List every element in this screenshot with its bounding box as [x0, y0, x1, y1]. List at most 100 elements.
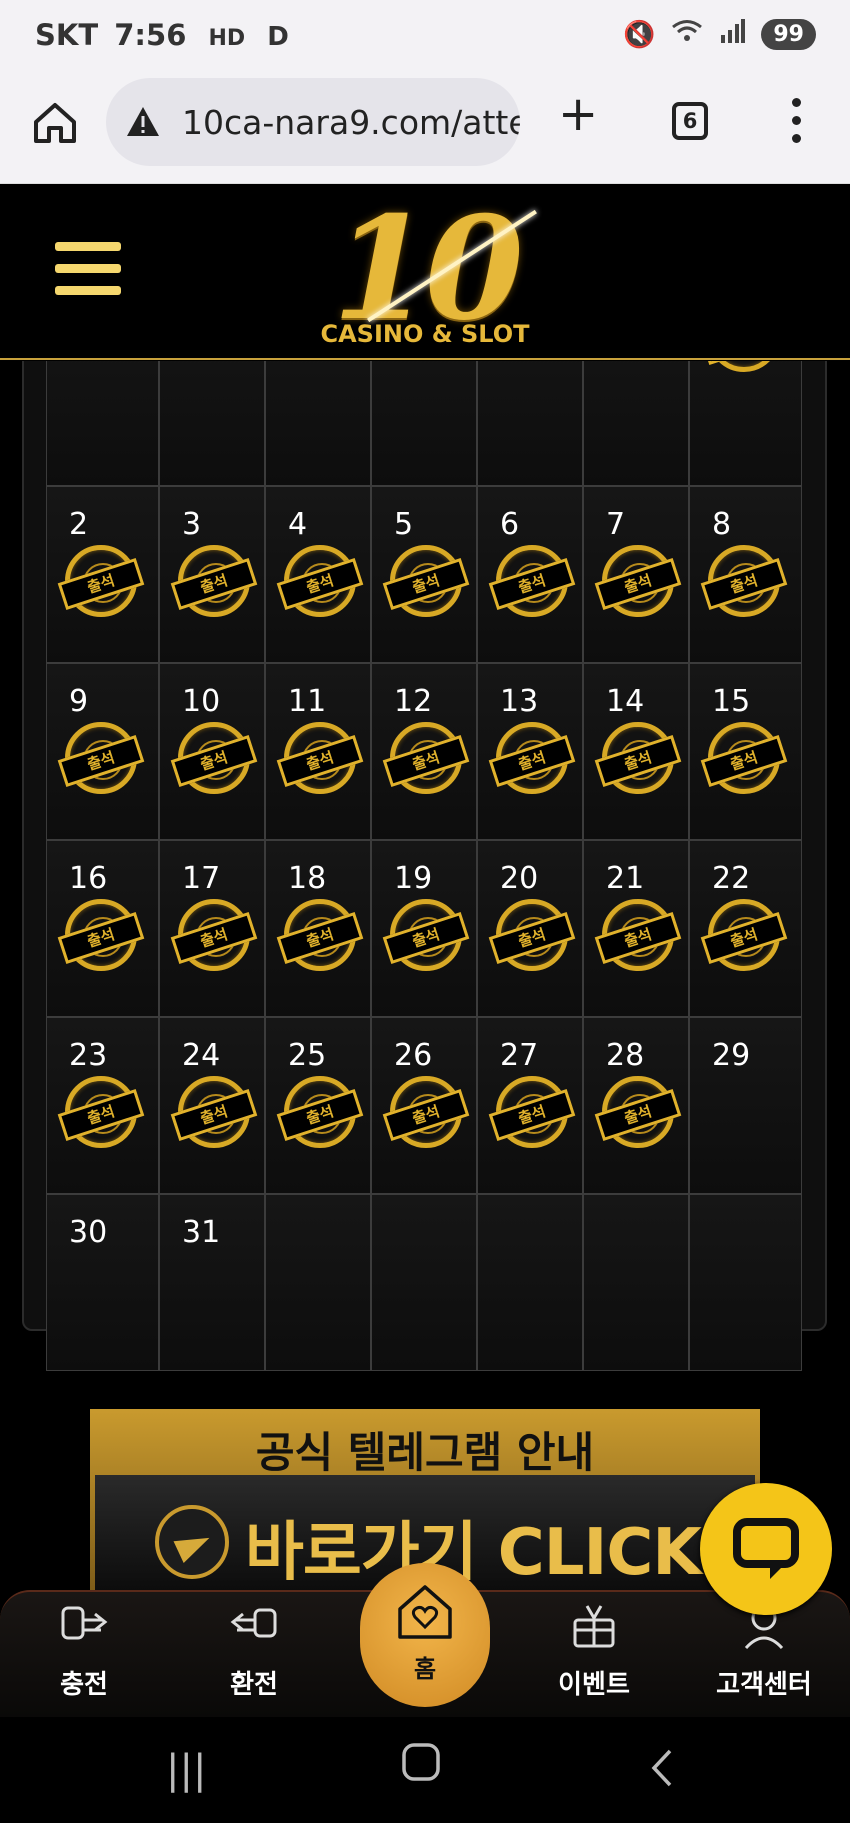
calendar-day-number: 15: [712, 684, 751, 719]
attendance-stamp-icon: 출석: [382, 722, 470, 794]
nav-home[interactable]: 홈: [360, 1563, 490, 1707]
calendar-day-number: 29: [712, 1038, 751, 1073]
nav-event-label: 이벤트: [558, 1670, 630, 1700]
hd-indicator: HD: [208, 26, 246, 51]
calendar-day-cell: 17 출석: [159, 840, 265, 1017]
calendar-day-cell: 24 출석: [159, 1017, 265, 1194]
attendance-stamp-label: 출석: [170, 558, 258, 610]
warning-icon[interactable]: [126, 105, 160, 139]
calendar-day-number: 27: [500, 1038, 539, 1073]
attendance-stamp-label: 출석: [57, 558, 145, 610]
calendar-day-cell: 23 출석: [46, 1017, 159, 1194]
attendance-stamp-label: 출석: [276, 735, 364, 787]
nav-withdraw-label: 환전: [230, 1670, 278, 1700]
site-logo[interactable]: 10 CASINO & SLOT: [312, 186, 538, 352]
calendar-day-cell: 3 출석: [159, 486, 265, 663]
attendance-stamp-icon: 출석: [276, 899, 364, 971]
calendar-day-number: 23: [69, 1038, 108, 1073]
attendance-calendar: 출석2출석3출석4출석5출석6출석7출석8출석9출석10출석11출석12출석13…: [46, 361, 802, 1371]
nav-support-label: 고객센터: [716, 1670, 812, 1700]
calendar-day-cell: [583, 1194, 689, 1371]
calendar-day-number: 16: [69, 861, 108, 896]
telegram-icon: [155, 1505, 229, 1579]
nav-deposit[interactable]: 충전: [24, 1600, 144, 1701]
calendar-day-number: 17: [182, 861, 221, 896]
attendance-stamp-label: 출석: [382, 558, 470, 610]
site-header: 10 CASINO & SLOT: [0, 184, 850, 360]
chat-button[interactable]: [700, 1483, 832, 1615]
calendar-day-cell: 9 출석: [46, 663, 159, 840]
calendar-day-cell: 19 출석: [371, 840, 477, 1017]
address-bar[interactable]: 10ca-nara9.com/atte: [106, 78, 520, 166]
calendar-day-cell: 20 출석: [477, 840, 583, 1017]
calendar-day-number: 22: [712, 861, 751, 896]
tab-switcher-button[interactable]: 6: [672, 102, 708, 140]
calendar-day-cell: 21 출석: [583, 840, 689, 1017]
calendar-day-cell: 출석: [689, 361, 802, 486]
attendance-stamp-label: 출석: [382, 912, 470, 964]
browser-toolbar: 10ca-nara9.com/atte + 6: [0, 76, 850, 184]
calendar-day-cell: 28 출석: [583, 1017, 689, 1194]
calendar-day-cell: [583, 361, 689, 486]
calendar-day-number: 30: [69, 1215, 108, 1250]
banner-cta[interactable]: 바로가기 CLICK: [245, 1501, 702, 1593]
calendar-day-number: 6: [500, 507, 520, 542]
hamburger-menu-icon[interactable]: [55, 242, 121, 300]
calendar-day-number: 5: [394, 507, 414, 542]
attendance-stamp-label: 출석: [57, 912, 145, 964]
attendance-stamp-icon: 출석: [276, 545, 364, 617]
calendar-day-cell: 10 출석: [159, 663, 265, 840]
new-tab-icon[interactable]: +: [558, 90, 598, 138]
attendance-stamp-icon: 출석: [594, 722, 682, 794]
logo-subtitle: CASINO & SLOT: [320, 320, 530, 348]
back-icon[interactable]: [648, 1747, 676, 1799]
calendar-day-number: 26: [394, 1038, 433, 1073]
calendar-day-number: 20: [500, 861, 539, 896]
calendar-day-cell: 8 출석: [689, 486, 802, 663]
gift-icon: [567, 1600, 621, 1650]
nav-withdraw[interactable]: 환전: [194, 1600, 314, 1701]
attendance-stamp-label: 출석: [488, 1089, 576, 1141]
attendance-stamp-label: 출석: [276, 558, 364, 610]
calendar-day-cell: [477, 361, 583, 486]
home-circle-icon[interactable]: [400, 1741, 442, 1793]
recent-apps-icon[interactable]: |||: [166, 1747, 206, 1793]
calendar-day-cell: 27 출석: [477, 1017, 583, 1194]
calendar-day-number: 18: [288, 861, 327, 896]
attendance-stamp-icon: 출석: [700, 361, 788, 372]
home-icon[interactable]: [30, 98, 80, 148]
calendar-day-cell: 29: [689, 1017, 802, 1194]
calendar-day-number: 12: [394, 684, 433, 719]
attendance-stamp-label: 출석: [594, 1089, 682, 1141]
signal-icon: [719, 19, 746, 50]
more-menu-icon[interactable]: [786, 98, 806, 148]
clock: 7:56: [114, 18, 187, 52]
attendance-stamp-icon: 출석: [57, 722, 145, 794]
attendance-stamp-icon: 출석: [488, 545, 576, 617]
calendar-day-number: 11: [288, 684, 327, 719]
nav-home-label: 홈: [413, 1655, 437, 1683]
wifi-icon: [671, 18, 703, 51]
attendance-stamp-label: 출석: [382, 735, 470, 787]
attendance-stamp-label: 출석: [170, 912, 258, 964]
system-navigation-bar: |||: [0, 1717, 850, 1823]
calendar-day-cell: 18 출석: [265, 840, 371, 1017]
calendar-day-number: 7: [606, 507, 626, 542]
nav-deposit-label: 충전: [60, 1670, 108, 1700]
calendar-day-number: 31: [182, 1215, 221, 1250]
carrier-label: SKT: [35, 18, 99, 52]
attendance-panel: 출석2출석3출석4출석5출석6출석7출석8출석9출석10출석11출석12출석13…: [22, 361, 827, 1371]
calendar-day-number: 13: [500, 684, 539, 719]
calendar-day-cell: 11 출석: [265, 663, 371, 840]
calendar-day-cell: [159, 361, 265, 486]
calendar-day-number: 25: [288, 1038, 327, 1073]
nav-event[interactable]: 이벤트: [534, 1600, 654, 1701]
calendar-day-cell: 13 출석: [477, 663, 583, 840]
nav-support[interactable]: 고객센터: [704, 1600, 824, 1701]
calendar-day-number: 2: [69, 507, 89, 542]
url-text[interactable]: 10ca-nara9.com/atte: [182, 103, 520, 142]
d-app-icon: D: [267, 22, 289, 52]
calendar-day-cell: [371, 361, 477, 486]
attendance-stamp-icon: 출석: [700, 545, 788, 617]
status-bar: SKT 7:56 HD D 🔇 99: [0, 0, 850, 76]
